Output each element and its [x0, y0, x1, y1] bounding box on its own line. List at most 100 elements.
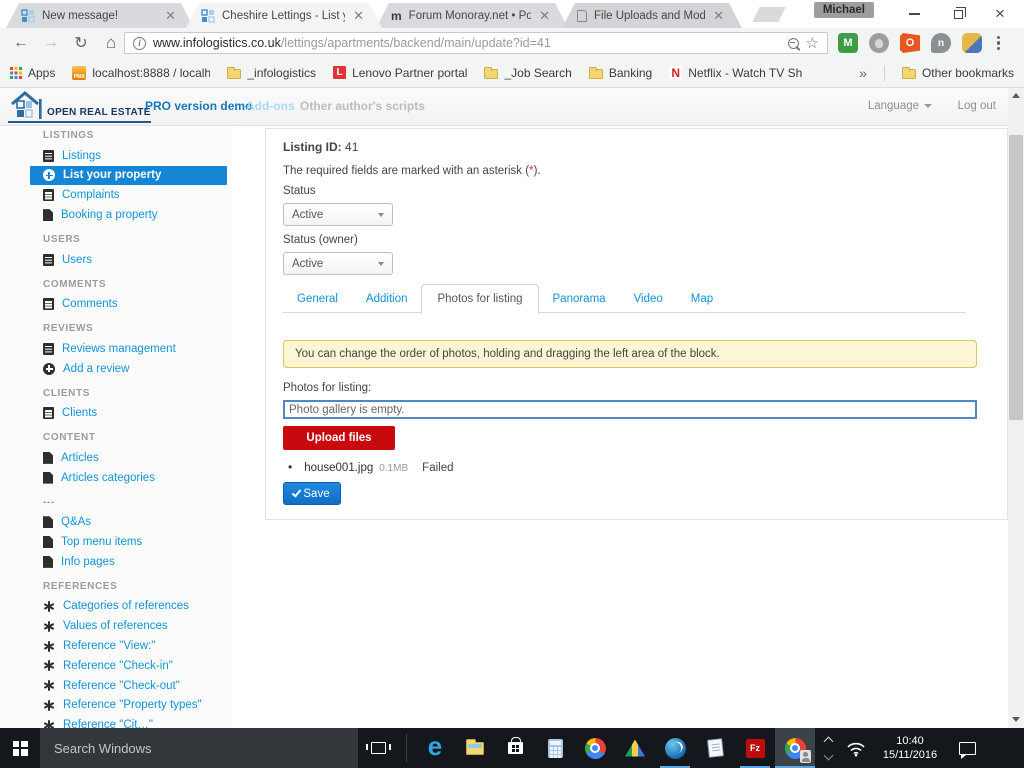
taskbar-thunderbird[interactable] — [655, 728, 695, 768]
scroll-up-arrow-icon[interactable] — [1012, 93, 1020, 98]
sidebar-item-reference-clipped[interactable]: Reference "Cit…" — [0, 715, 233, 728]
tab-addition[interactable]: Addition — [352, 285, 422, 313]
browser-tab-new-message[interactable]: New message! ✕ — [6, 3, 194, 28]
tab-video[interactable]: Video — [620, 285, 677, 313]
status-owner-select[interactable]: Active — [283, 252, 393, 275]
home-button[interactable]: ⌂ — [98, 30, 124, 56]
start-button[interactable] — [0, 728, 40, 768]
taskbar-chrome[interactable] — [575, 728, 615, 768]
sidebar-item-articles[interactable]: Articles — [0, 448, 233, 468]
filezilla-icon — [746, 739, 765, 758]
action-center-button[interactable] — [949, 728, 985, 768]
back-button[interactable]: ← — [8, 30, 34, 56]
taskbar-google-drive[interactable] — [615, 728, 655, 768]
extension-gray-icon[interactable] — [869, 33, 889, 53]
browser-tab-cheshire-lettings[interactable]: Cheshire Lettings - List y ✕ — [186, 3, 382, 28]
sidebar-item-qas[interactable]: Q&As — [0, 512, 233, 532]
bookmark-localhost[interactable]: localhost:8888 / localh — [72, 66, 210, 80]
task-view-button[interactable] — [358, 728, 398, 768]
show-hidden-icons-button[interactable] — [815, 728, 841, 768]
browser-profile-button[interactable]: Michael — [814, 2, 874, 18]
status-select[interactable]: Active — [283, 203, 393, 226]
other-bookmarks-folder[interactable]: Other bookmarks — [902, 66, 1014, 80]
extension-green-icon[interactable] — [838, 33, 858, 53]
logout-link[interactable]: Log out — [958, 100, 996, 112]
bookmark-lenovo[interactable]: Lenovo Partner portal — [333, 66, 467, 80]
window-close-button[interactable]: × — [978, 0, 1022, 27]
sidebar-item-reviews-management[interactable]: Reviews management — [0, 339, 233, 359]
sidebar-item-listings[interactable]: Listings — [0, 146, 233, 166]
sidebar-item-reference-check-out[interactable]: Reference "Check-out" — [0, 676, 233, 696]
scroll-down-arrow-icon[interactable] — [1012, 717, 1020, 722]
tab-close-icon[interactable]: ✕ — [537, 8, 552, 23]
sidebar-item-reference-check-in[interactable]: Reference "Check-in" — [0, 656, 233, 676]
bookmark-folder-banking[interactable]: Banking — [589, 66, 652, 80]
taskbar-store[interactable] — [495, 728, 535, 768]
taskbar-search-box[interactable]: Search Windows — [40, 728, 358, 768]
taskbar-edge[interactable] — [415, 728, 455, 768]
nav-other-authors-scripts[interactable]: Other author's scripts — [300, 99, 425, 113]
bookmark-folder-infologistics[interactable]: _infologistics — [227, 66, 316, 80]
zoom-indicator-icon[interactable] — [788, 38, 799, 49]
wifi-tray-button[interactable] — [841, 728, 871, 768]
sidebar-item-booking-a-property[interactable]: Booking a property — [0, 205, 233, 225]
window-restore-button[interactable] — [936, 0, 980, 27]
sidebar-item-complaints[interactable]: Complaints — [0, 185, 233, 205]
apps-shortcut[interactable]: Apps — [10, 66, 55, 80]
tab-close-icon[interactable]: ✕ — [711, 8, 726, 23]
forward-button[interactable]: → — [38, 30, 64, 56]
taskbar-notepad[interactable] — [695, 728, 735, 768]
bookmark-folder-job-search[interactable]: _Job Search — [484, 66, 571, 80]
tab-general[interactable]: General — [283, 285, 352, 313]
bookmarks-overflow-chevron[interactable]: » — [859, 65, 867, 81]
taskbar-chrome-active[interactable] — [775, 728, 815, 768]
upload-files-button[interactable]: Upload files — [283, 426, 395, 450]
sidebar-item-clients[interactable]: Clients — [0, 403, 233, 423]
page-info-icon[interactable] — [133, 37, 146, 50]
open-real-estate-logo[interactable]: OPEN REAL ESTATE — [8, 91, 151, 123]
nav-addons[interactable]: Add-ons — [246, 99, 295, 113]
sidebar-item-top-menu-items[interactable]: Top menu items — [0, 532, 233, 552]
extension-bubble-icon[interactable] — [931, 33, 951, 53]
window-minimize-button[interactable] — [892, 0, 936, 27]
sidebar-item-info-pages[interactable]: Info pages — [0, 552, 233, 572]
tab-panorama[interactable]: Panorama — [539, 285, 620, 313]
sidebar-item-articles-categories[interactable]: Articles categories — [0, 468, 233, 488]
tab-close-icon[interactable]: ✕ — [163, 8, 178, 23]
taskbar-file-explorer[interactable] — [455, 728, 495, 768]
plus-circle-icon — [43, 169, 55, 181]
sidebar-item-values-of-references[interactable]: Values of references — [0, 616, 233, 636]
taskbar-clock[interactable]: 10:40 15/11/2016 — [871, 728, 949, 768]
reload-button[interactable]: ↻ — [68, 30, 94, 56]
taskbar-filezilla[interactable] — [735, 728, 775, 768]
language-menu[interactable]: Language — [868, 100, 932, 112]
browser-tab-forum-monoray[interactable]: m Forum Monoray.net • Po ✕ — [376, 3, 568, 28]
taskbar-calculator[interactable] — [535, 728, 575, 768]
tab-photos-for-listing[interactable]: Photos for listing — [421, 284, 538, 314]
new-tab-button[interactable] — [752, 7, 785, 22]
nav-pro-version-demo[interactable]: PRO version demo — [145, 99, 252, 113]
extension-handshake-icon[interactable] — [962, 33, 982, 53]
tab-close-icon[interactable]: ✕ — [351, 8, 366, 23]
sidebar-item-reference-property-types[interactable]: Reference "Property types" — [0, 696, 233, 716]
tab-map[interactable]: Map — [677, 285, 727, 313]
chevron-down-icon — [924, 104, 932, 108]
save-button[interactable]: Save — [283, 482, 341, 505]
bookmark-netflix[interactable]: Netflix - Watch TV Sh — [669, 66, 802, 80]
extension-orange-icon[interactable] — [900, 33, 920, 53]
browser-menu-icon[interactable] — [993, 34, 1004, 52]
sidebar-item-list-your-property[interactable]: List your property — [30, 166, 227, 186]
page-scrollbar[interactable] — [1008, 88, 1024, 728]
sidebar-item-comments[interactable]: Comments — [0, 294, 233, 314]
sidebar-item-add-a-review[interactable]: Add a review — [0, 359, 233, 379]
bookmark-star-icon[interactable]: ☆ — [806, 36, 819, 51]
sidebar-item-users[interactable]: Users — [0, 250, 233, 270]
url-text[interactable]: www.infologistics.co.uk/lettings/apartme… — [153, 36, 781, 50]
browser-tab-file-uploads[interactable]: File Uploads and Mod_s ✕ — [562, 3, 742, 28]
photo-gallery-dropzone[interactable]: Photo gallery is empty. — [283, 400, 977, 419]
address-bar[interactable]: www.infologistics.co.uk/lettings/apartme… — [124, 32, 828, 54]
sidebar-item-categories-of-references[interactable]: Categories of references — [0, 597, 233, 617]
sidebar-item-reference-view[interactable]: Reference "View:" — [0, 636, 233, 656]
asterisk-icon — [43, 719, 55, 728]
scrollbar-thumb[interactable] — [1009, 135, 1023, 420]
